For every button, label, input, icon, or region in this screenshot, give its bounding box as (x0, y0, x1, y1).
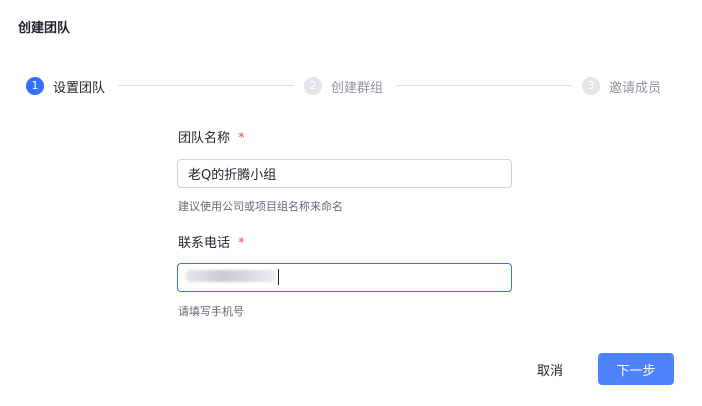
step-connector-1 (118, 85, 294, 86)
step-1: 1 设置团队 (26, 76, 105, 96)
team-name-input[interactable] (177, 159, 512, 188)
phone-redacted-value (186, 270, 276, 282)
step-3-number: 3 (582, 77, 600, 95)
team-name-required-mark: * (238, 131, 245, 146)
team-name-label-text: 团队名称 (178, 131, 231, 146)
step-2-label: 创建群组 (331, 80, 384, 96)
step-1-label: 设置团队 (53, 80, 106, 96)
step-3: 3 邀请成员 (582, 76, 661, 96)
text-cursor (278, 269, 279, 285)
step-2-number: 2 (304, 77, 322, 95)
step-2: 2 创建群组 (304, 76, 383, 96)
team-name-label: 团队名称 * (178, 130, 245, 148)
phone-hint: 请填写手机号 (178, 305, 244, 318)
phone-label: 联系电话 * (178, 235, 245, 253)
next-step-button[interactable]: 下一步 (598, 353, 674, 385)
create-team-dialog: 创建团队 1 设置团队 2 创建群组 3 邀请成员 团队名称 * 建议使用公司或项… (0, 0, 702, 406)
dialog-title: 创建团队 (18, 21, 71, 36)
phone-label-text: 联系电话 (178, 236, 231, 251)
team-name-hint: 建议使用公司或项目组名称来命名 (178, 200, 343, 213)
phone-required-mark: * (238, 236, 245, 251)
cancel-button[interactable]: 取消 (522, 353, 578, 385)
step-connector-2 (396, 85, 572, 86)
step-1-number: 1 (26, 77, 44, 95)
step-3-label: 邀请成员 (609, 80, 662, 96)
